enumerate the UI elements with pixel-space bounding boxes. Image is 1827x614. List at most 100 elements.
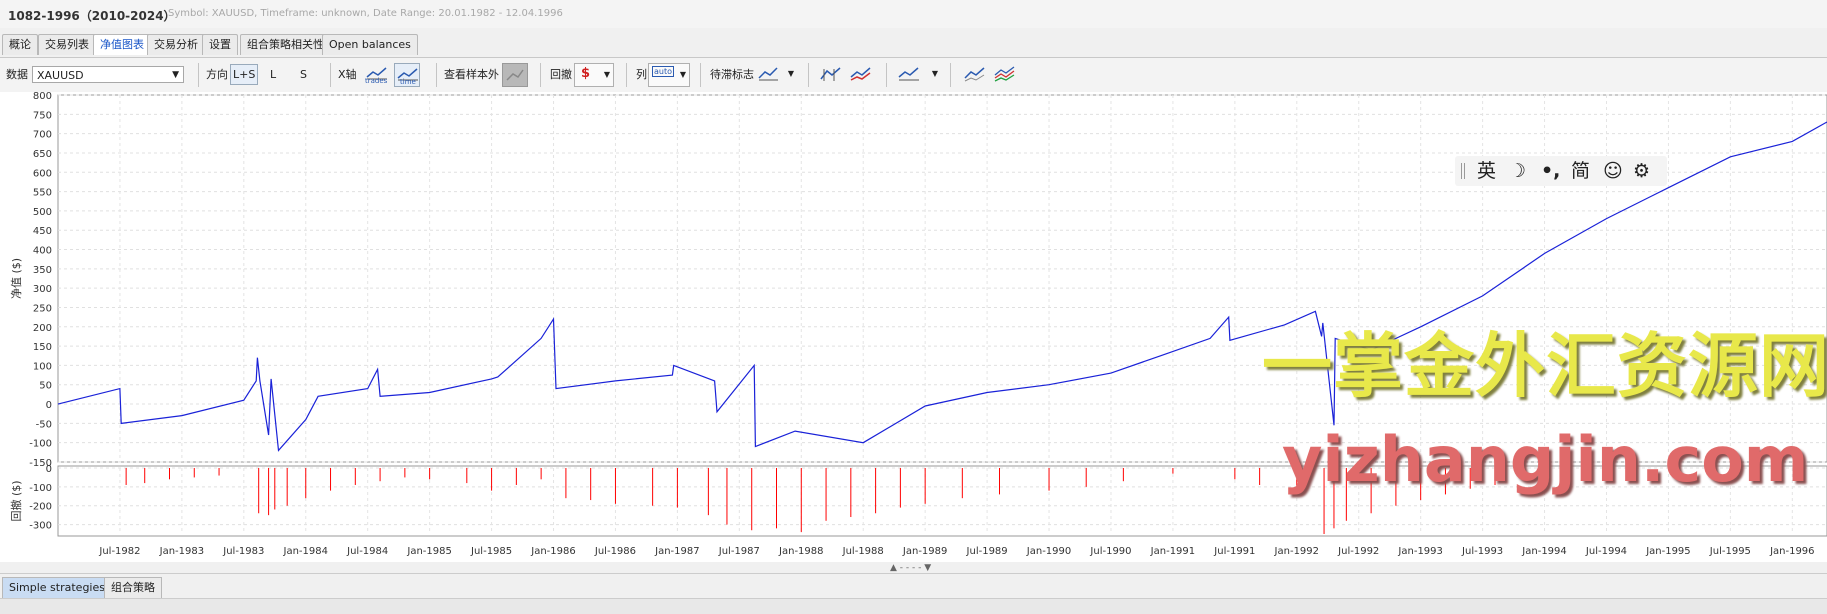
columns-value: auto xyxy=(652,66,675,77)
toolbar-separator xyxy=(808,63,809,87)
moon-icon[interactable]: ☽ xyxy=(1509,160,1526,182)
toolbar-separator xyxy=(540,63,541,87)
gear-icon[interactable]: ⚙ xyxy=(1633,160,1650,182)
tab-bar: 概论 交易列表 净值图表 交易分析 设置 组合策略相关性 Open balanc… xyxy=(0,34,1827,56)
x-tick-label: Jan-1983 xyxy=(159,546,204,557)
punctuation-icon[interactable]: •, xyxy=(1541,160,1560,182)
equity-tick-label: 750 xyxy=(33,110,52,121)
watermark-text-cn: 一掌金外汇资源网 xyxy=(1262,325,1827,407)
x-tick-label: Jul-1992 xyxy=(1337,546,1379,557)
drawdown-tick-label: 0 xyxy=(46,464,52,475)
oos-toggle-button[interactable] xyxy=(502,63,528,87)
x-tick-label: Jul-1982 xyxy=(98,546,140,557)
x-tick-label: Jan-1989 xyxy=(902,546,947,557)
status-bar xyxy=(0,598,1827,614)
chevron-down-icon: ▼ xyxy=(931,69,938,78)
toolbar-separator xyxy=(700,63,701,87)
chevron-down-icon: ▼ xyxy=(603,70,610,79)
watermark-text-url: yizhangjin.com xyxy=(1282,423,1809,496)
data-select[interactable]: XAUUSD ▼ xyxy=(32,66,184,83)
x-tick-label: Jan-1987 xyxy=(654,546,699,557)
line-chart-icon xyxy=(898,67,919,81)
chart-type-button-1[interactable] xyxy=(818,63,844,87)
line-chart-icon xyxy=(758,67,778,81)
equity-tick-label: 200 xyxy=(33,323,52,334)
x-tick-label: Jan-1986 xyxy=(530,546,575,557)
splitter-handle-icon[interactable]: ▲ - - - - ▼ xyxy=(890,563,931,573)
benchmark-label: 待滞标志 xyxy=(710,68,754,81)
drag-handle-icon[interactable] xyxy=(1461,163,1465,179)
tab-portfolio-strategies[interactable]: 组合策略 xyxy=(104,577,162,598)
tab-overview[interactable]: 概论 xyxy=(2,34,38,55)
bottom-tab-bar: Simple strategies 组合策略 xyxy=(0,573,1827,598)
equity-tick-label: 50 xyxy=(39,381,52,392)
xaxis-time-button[interactable]: time xyxy=(394,63,420,87)
drawdown-tick-label: -300 xyxy=(29,521,52,532)
toolbar-separator xyxy=(626,63,627,87)
equity-tick-label: 350 xyxy=(33,265,52,276)
ime-language-toggle[interactable]: 英 xyxy=(1477,160,1496,182)
x-tick-label: Jul-1986 xyxy=(594,546,636,557)
equity-tick-label: 800 xyxy=(33,92,52,102)
equity-tick-label: 300 xyxy=(33,284,52,295)
equity-tick-label: 600 xyxy=(33,168,52,179)
tab-trade-analysis[interactable]: 交易分析 xyxy=(147,34,205,55)
ime-simplified-toggle[interactable]: 简 xyxy=(1571,160,1590,182)
xaxis-label: X轴 xyxy=(338,68,357,81)
chart-toolbar: 数据 XAUUSD ▼ 方向 L+S L S X轴 trades time 查看… xyxy=(0,57,1827,93)
drawdown-axis-label: 回撤 ($) xyxy=(9,480,23,521)
drawdown-label: 回撤 xyxy=(550,68,572,81)
ime-toolbar: 英 ☽ •, 简 ☺ ⚙ xyxy=(1455,156,1667,186)
toolbar-separator xyxy=(330,63,331,87)
tab-settings[interactable]: 设置 xyxy=(202,34,238,55)
direction-short-button[interactable]: S xyxy=(300,58,307,92)
tab-open-balances[interactable]: Open balances xyxy=(322,34,418,55)
drawdown-dropdown[interactable]: $ ▼ xyxy=(574,63,614,87)
chevron-down-icon: ▼ xyxy=(172,70,179,80)
multi-series-icon xyxy=(994,66,1015,82)
tab-equity-chart[interactable]: 净值图表 xyxy=(93,34,151,55)
compare-chart-icon xyxy=(964,67,985,82)
x-tick-label: Jul-1991 xyxy=(1213,546,1255,557)
equity-tick-label: 100 xyxy=(33,361,52,372)
columns-label: 列 xyxy=(636,68,647,81)
direction-ls-button[interactable]: L+S xyxy=(230,58,259,92)
drawdown-tick-label: -200 xyxy=(29,502,52,513)
equity-tick-label: 450 xyxy=(33,226,52,237)
x-tick-label: Jul-1988 xyxy=(842,546,884,557)
direction-label: 方向 xyxy=(206,68,228,81)
x-tick-label: Jan-1991 xyxy=(1150,546,1195,557)
chevron-down-icon: ▼ xyxy=(679,70,686,79)
chevron-down-icon: ▼ xyxy=(787,69,794,78)
drawdown-tick-label: -100 xyxy=(29,483,52,494)
equity-tick-label: 0 xyxy=(46,400,52,411)
x-tick-label: Jul-1989 xyxy=(966,546,1008,557)
emoji-icon[interactable]: ☺ xyxy=(1603,160,1623,182)
bar-line-chart-icon xyxy=(820,67,841,81)
toolbar-separator xyxy=(950,63,951,87)
xaxis-trades-button[interactable]: trades xyxy=(364,63,390,87)
x-tick-label: Jul-1985 xyxy=(470,546,512,557)
chart-type-button-2[interactable] xyxy=(848,63,874,87)
x-tick-label: Jul-1983 xyxy=(222,546,264,557)
equity-tick-label: 650 xyxy=(33,149,52,160)
tab-trade-list[interactable]: 交易列表 xyxy=(38,34,96,55)
toolbar-separator xyxy=(436,63,437,87)
multi-series-button[interactable] xyxy=(992,63,1018,87)
x-tick-label: Jul-1987 xyxy=(718,546,760,557)
columns-dropdown[interactable]: auto ▼ xyxy=(648,63,690,87)
tab-simple-strategies[interactable]: Simple strategies xyxy=(2,577,112,598)
x-tick-label: Jan-1994 xyxy=(1521,546,1566,557)
equity-tick-label: 700 xyxy=(33,130,52,141)
equity-axis-label: 净值 ($) xyxy=(9,258,23,299)
direction-long-button[interactable]: L xyxy=(270,58,276,92)
equity-tick-label: 250 xyxy=(33,303,52,314)
multi-line-chart-icon xyxy=(850,67,871,81)
x-tick-label: Jan-1988 xyxy=(778,546,823,557)
window-title: 1082-1996（2010-2024） xyxy=(8,9,176,23)
chart-style-dropdown[interactable]: ▼ xyxy=(896,63,940,87)
tab-portfolio-correlation[interactable]: 组合策略相关性 xyxy=(240,34,331,55)
benchmark-dropdown[interactable]: ▼ xyxy=(756,63,796,87)
oos-label: 查看样本外 xyxy=(444,68,499,81)
compare-chart-button[interactable] xyxy=(962,63,988,87)
